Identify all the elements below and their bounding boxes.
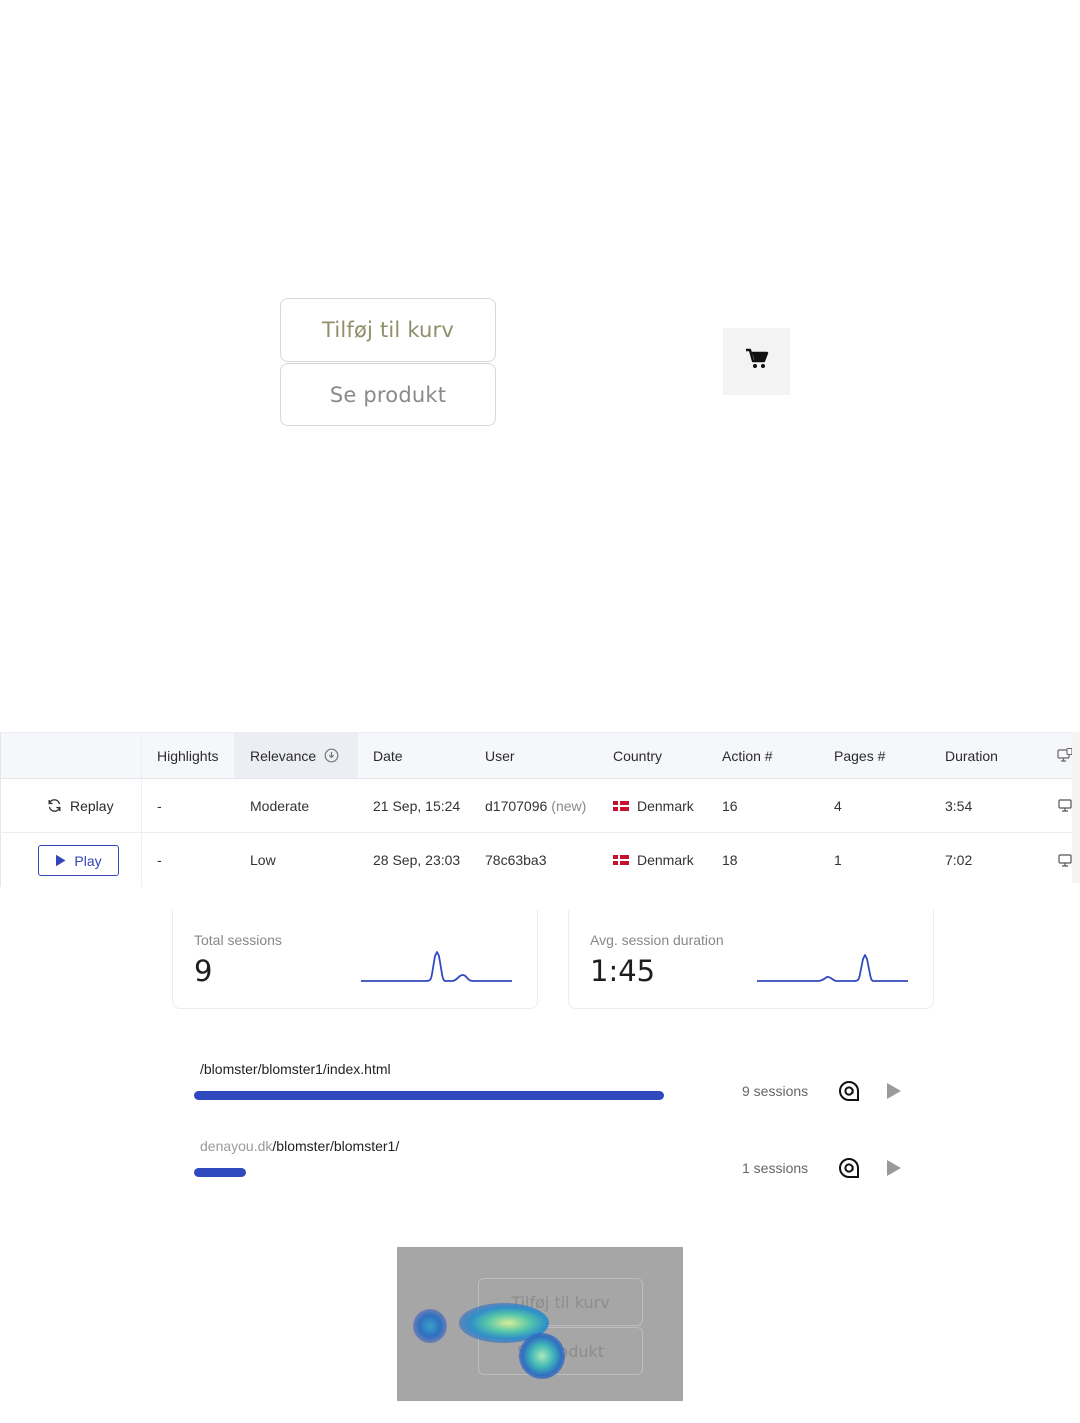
cell-duration: 7:02 (945, 852, 973, 868)
header-pages[interactable]: Pages # (834, 733, 885, 778)
denmark-flag-icon (613, 800, 629, 811)
header-relevance[interactable]: Relevance (250, 733, 339, 778)
sessions-bar (194, 1091, 664, 1100)
heatmap-icon[interactable] (838, 1080, 860, 1107)
page-url[interactable]: denayou.dk/blomster/blomster1/ (200, 1138, 399, 1154)
cell-pages: 1 (834, 852, 842, 868)
cell-pages: 4 (834, 797, 842, 814)
total-sessions-sparkline (361, 951, 512, 982)
user-id: d1707096 (485, 797, 548, 814)
cell-duration: 3:54 (945, 797, 973, 814)
avg-duration-value: 1:45 (590, 954, 656, 988)
page-path: /blomster/blomster1/index.html (200, 1061, 391, 1077)
table-row[interactable]: Play - Low 28 Sep, 23:03 78c63ba3 Denmar… (0, 833, 1080, 887)
header-highlights[interactable]: Highlights (157, 733, 218, 778)
header-relevance-label: Relevance (250, 747, 317, 764)
play-icon (56, 854, 66, 867)
play-sessions-icon[interactable] (886, 1082, 902, 1105)
denmark-flag-icon (613, 855, 629, 865)
total-sessions-label: Total sessions (194, 932, 282, 948)
replay-icon (48, 799, 61, 812)
new-user-tag: (new) (551, 797, 587, 814)
cell-user: d1707096 (new) (485, 779, 586, 832)
table-scrollbar[interactable] (1072, 732, 1080, 883)
cell-date: 28 Sep, 23:03 (373, 852, 461, 868)
cell-relevance: Moderate (250, 797, 310, 814)
cell-highlights: - (157, 852, 162, 868)
header-user[interactable]: User (485, 733, 515, 778)
header-actions[interactable]: Action # (722, 733, 773, 778)
device-settings-icon[interactable] (1057, 733, 1073, 778)
cell-date: 21 Sep, 15:24 (373, 797, 461, 814)
user-id: 78c63ba3 (485, 852, 547, 868)
replay-button[interactable]: Replay (47, 779, 114, 832)
page-domain: denayou.dk (200, 1138, 273, 1154)
country-name: Denmark (637, 852, 694, 868)
cell-country: Denmark (613, 779, 694, 832)
heatmap-preview[interactable]: Tilføj til kurv Se produkt (397, 1247, 683, 1401)
heatmap-blob (413, 1309, 447, 1343)
country-name: Denmark (637, 797, 694, 814)
total-sessions-value: 9 (194, 954, 213, 988)
play-button[interactable]: Play (38, 845, 119, 876)
add-to-cart-button[interactable]: Tilføj til kurv (280, 298, 496, 362)
cart-icon (745, 348, 769, 375)
heatmap-icon[interactable] (838, 1157, 860, 1184)
view-product-button[interactable]: Se produkt (280, 363, 496, 426)
sessions-count: 1 sessions (742, 1160, 809, 1176)
cell-country: Denmark (613, 833, 694, 887)
sessions-table: Highlights Relevance Date User Country A… (0, 732, 1080, 887)
heatmap-blob (519, 1333, 565, 1379)
cart-button[interactable] (723, 328, 790, 395)
total-sessions-card: Total sessions 9 (172, 910, 538, 1009)
avg-duration-sparkline (757, 954, 908, 982)
header-duration[interactable]: Duration (945, 733, 998, 778)
sessions-bar (194, 1168, 246, 1177)
header-date[interactable]: Date (373, 733, 403, 778)
desktop-icon (1058, 779, 1072, 832)
play-label: Play (74, 852, 102, 869)
cell-actions: 18 (722, 852, 738, 868)
page-url[interactable]: /blomster/blomster1/index.html (200, 1061, 391, 1077)
page-list-item: /blomster/blomster1/index.html 9 session… (194, 1061, 914, 1121)
page-path: /blomster/blomster1/ (272, 1138, 400, 1154)
desktop-icon (1058, 833, 1072, 887)
cell-actions: 16 (722, 797, 738, 814)
avg-duration-label: Avg. session duration (590, 932, 724, 948)
table-header: Highlights Relevance Date User Country A… (0, 732, 1080, 779)
cell-highlights: - (157, 797, 162, 814)
info-icon[interactable] (324, 748, 339, 763)
header-country[interactable]: Country (613, 733, 662, 778)
cell-user: 78c63ba3 (485, 833, 547, 887)
avg-duration-card: Avg. session duration 1:45 (568, 910, 934, 1009)
sessions-count: 9 sessions (742, 1083, 809, 1099)
page-list-item: denayou.dk/blomster/blomster1/ 1 session… (194, 1138, 914, 1198)
table-row[interactable]: Replay - Moderate 21 Sep, 15:24 d1707096… (0, 779, 1080, 833)
cell-relevance: Low (250, 852, 276, 868)
play-sessions-icon[interactable] (886, 1159, 902, 1182)
replay-label: Replay (70, 797, 114, 814)
